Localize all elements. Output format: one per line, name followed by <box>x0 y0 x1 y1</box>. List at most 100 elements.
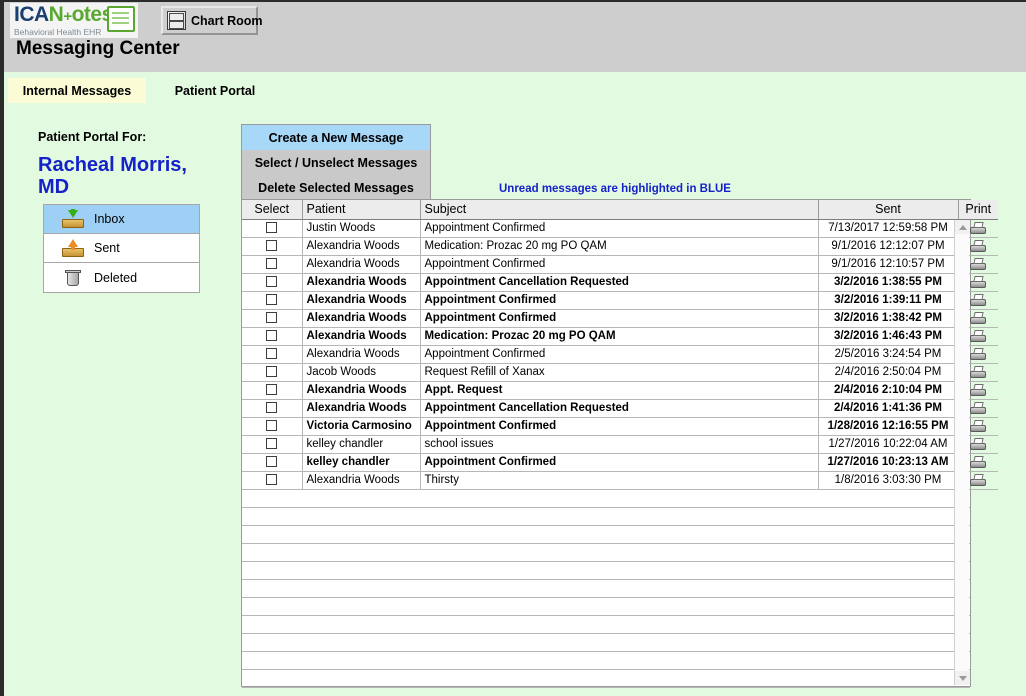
printer-icon[interactable] <box>970 438 986 451</box>
cell-patient: Alexandria Woods <box>302 237 420 255</box>
cell-sent: 1/27/2016 10:22:04 AM <box>818 435 958 453</box>
table-scrollbar[interactable] <box>954 220 969 685</box>
empty-table-row <box>242 562 970 580</box>
printer-icon[interactable] <box>970 456 986 469</box>
cell-sent: 3/2/2016 1:38:42 PM <box>818 309 958 327</box>
cell-sent: 3/2/2016 1:38:55 PM <box>818 273 958 291</box>
cell-patient: Alexandria Woods <box>302 327 420 345</box>
printer-icon[interactable] <box>970 348 986 361</box>
column-header-subject: Subject <box>420 200 818 219</box>
table-row[interactable]: Alexandria WoodsMedication: Prozac 20 mg… <box>242 237 998 255</box>
row-select-cell <box>242 255 302 273</box>
cell-subject: Medication: Prozac 20 mg PO QAM <box>420 237 818 255</box>
row-checkbox[interactable] <box>266 474 277 485</box>
row-checkbox[interactable] <box>266 438 277 449</box>
printer-icon[interactable] <box>970 312 986 325</box>
sidebar-item-label-inbox: Inbox <box>94 212 125 226</box>
printer-icon[interactable] <box>970 294 986 307</box>
table-header-row: Select Patient Subject Sent Print <box>242 200 998 219</box>
sidebar-item-deleted[interactable]: Deleted <box>44 263 199 292</box>
create-new-message-button[interactable]: Create a New Message <box>242 125 430 150</box>
printer-icon[interactable] <box>970 366 986 379</box>
table-row[interactable]: Alexandria WoodsAppt. Request2/4/2016 2:… <box>242 381 998 399</box>
table-row[interactable]: Alexandria WoodsAppointment Confirmed9/1… <box>242 255 998 273</box>
row-checkbox[interactable] <box>266 384 277 395</box>
sidebar-item-inbox[interactable]: Inbox <box>44 205 199 234</box>
table-row[interactable]: Jacob WoodsRequest Refill of Xanax2/4/20… <box>242 363 998 381</box>
printer-icon[interactable] <box>970 330 986 343</box>
delete-selected-messages-button[interactable]: Delete Selected Messages <box>242 175 430 200</box>
cell-sent: 2/4/2016 2:50:04 PM <box>818 363 958 381</box>
chart-room-button[interactable]: Chart Room <box>161 6 258 35</box>
table-row[interactable]: Alexandria WoodsAppointment Confirmed3/2… <box>242 309 998 327</box>
row-checkbox[interactable] <box>266 420 277 431</box>
row-checkbox[interactable] <box>266 276 277 287</box>
message-table-container: Select Patient Subject Sent Print Justin… <box>241 199 971 687</box>
row-select-cell <box>242 417 302 435</box>
cell-subject: Appointment Confirmed <box>420 255 818 273</box>
row-checkbox[interactable] <box>266 456 277 467</box>
cell-sent: 9/1/2016 12:12:07 PM <box>818 237 958 255</box>
cell-subject: Appt. Request <box>420 381 818 399</box>
select-unselect-messages-button[interactable]: Select / Unselect Messages <box>242 150 430 175</box>
cell-patient: Alexandria Woods <box>302 381 420 399</box>
row-checkbox[interactable] <box>266 366 277 377</box>
table-row[interactable]: Alexandria WoodsAppointment Confirmed2/5… <box>242 345 998 363</box>
table-row[interactable]: Alexandria WoodsThirsty1/8/2016 3:03:30 … <box>242 471 998 489</box>
row-select-cell <box>242 237 302 255</box>
row-checkbox[interactable] <box>266 330 277 341</box>
cell-subject: Appointment Confirmed <box>420 453 818 471</box>
printer-icon[interactable] <box>970 222 986 235</box>
printer-icon[interactable] <box>970 258 986 271</box>
table-row[interactable]: Alexandria WoodsAppointment Cancellation… <box>242 273 998 291</box>
table-row[interactable]: Alexandria WoodsMedication: Prozac 20 mg… <box>242 327 998 345</box>
row-checkbox[interactable] <box>266 240 277 251</box>
cell-sent: 2/5/2016 3:24:54 PM <box>818 345 958 363</box>
tab-patient-portal[interactable]: Patient Portal <box>146 78 284 103</box>
printer-icon[interactable] <box>970 276 986 289</box>
chart-room-label: Chart Room <box>191 14 263 28</box>
row-checkbox[interactable] <box>266 258 277 269</box>
row-checkbox[interactable] <box>266 402 277 413</box>
table-row[interactable]: kelley chandlerAppointment Confirmed1/27… <box>242 453 998 471</box>
tab-internal-messages[interactable]: Internal Messages <box>8 78 146 103</box>
cell-subject: Appointment Confirmed <box>420 291 818 309</box>
cell-subject: Appointment Cancellation Requested <box>420 273 818 291</box>
printer-icon[interactable] <box>970 240 986 253</box>
scroll-down-button[interactable] <box>955 671 970 685</box>
filing-cabinet-icon <box>167 11 186 30</box>
printer-icon[interactable] <box>970 402 986 415</box>
table-row[interactable]: kelley chandlerschool issues1/27/2016 10… <box>242 435 998 453</box>
table-row[interactable]: Justin WoodsAppointment Confirmed7/13/20… <box>242 219 998 237</box>
page-title: Messaging Center <box>16 38 180 60</box>
printer-icon[interactable] <box>970 474 986 487</box>
empty-table-row <box>242 652 970 670</box>
row-select-cell <box>242 219 302 237</box>
row-checkbox[interactable] <box>266 294 277 305</box>
printer-icon[interactable] <box>970 420 986 433</box>
cell-patient: kelley chandler <box>302 435 420 453</box>
cell-patient: Alexandria Woods <box>302 273 420 291</box>
sidebar-item-sent[interactable]: Sent <box>44 234 199 263</box>
cell-sent: 3/2/2016 1:39:11 PM <box>818 291 958 309</box>
row-checkbox[interactable] <box>266 348 277 359</box>
row-select-cell <box>242 381 302 399</box>
empty-table-row <box>242 670 970 688</box>
printer-icon[interactable] <box>970 384 986 397</box>
cell-patient: Alexandria Woods <box>302 309 420 327</box>
empty-table-row <box>242 580 970 598</box>
table-row[interactable]: Alexandria WoodsAppointment Confirmed3/2… <box>242 291 998 309</box>
scroll-up-button[interactable] <box>955 220 970 234</box>
cell-patient: Jacob Woods <box>302 363 420 381</box>
sidebar-item-label-sent: Sent <box>94 241 120 255</box>
table-row[interactable]: Alexandria WoodsAppointment Cancellation… <box>242 399 998 417</box>
logo-ica-text: ICA <box>14 3 49 26</box>
row-select-cell <box>242 399 302 417</box>
action-button-group: Create a New Message Select / Unselect M… <box>241 124 431 201</box>
cell-patient: Justin Woods <box>302 219 420 237</box>
provider-name: Racheal Morris, MD <box>38 154 188 198</box>
empty-table-row <box>242 598 970 616</box>
table-row[interactable]: Victoria CarmosinoAppointment Confirmed1… <box>242 417 998 435</box>
row-checkbox[interactable] <box>266 222 277 233</box>
row-checkbox[interactable] <box>266 312 277 323</box>
